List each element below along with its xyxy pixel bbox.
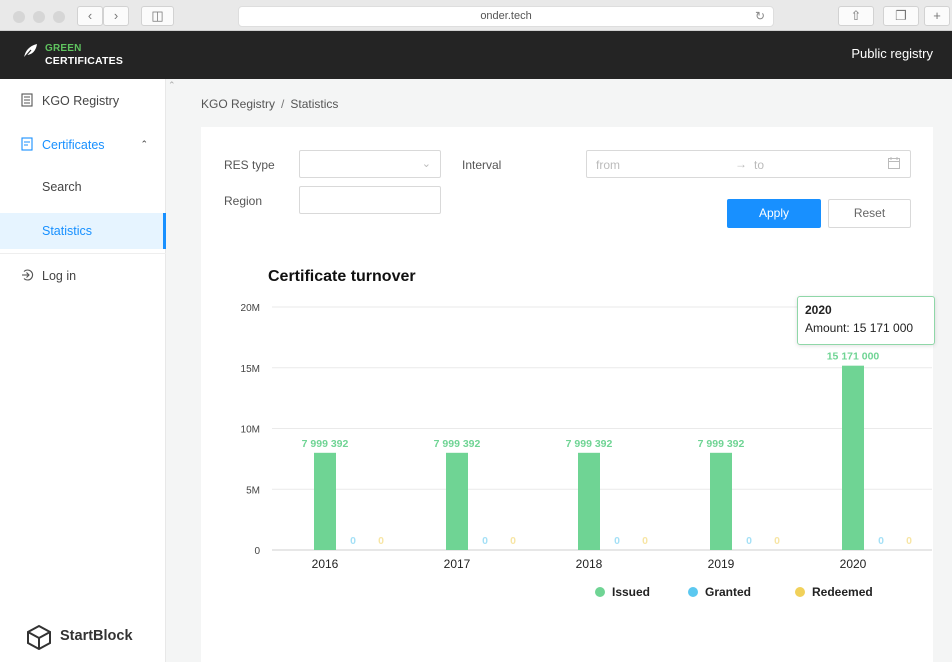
cube-icon xyxy=(27,624,51,651)
to-placeholder: to xyxy=(754,158,765,172)
x-tick-label: 2018 xyxy=(576,557,603,571)
sidebar: KGO Registry Certificates ⌃ Search Stati… xyxy=(0,79,166,662)
bar-issued xyxy=(842,365,864,550)
logo-line-certificates: CERTIFICATES xyxy=(45,55,124,67)
legend-dot-granted xyxy=(688,587,698,597)
y-tick-label: 0 xyxy=(254,546,260,557)
startblock-text: StartBlock xyxy=(60,628,133,644)
maximize-window-dot[interactable] xyxy=(53,11,65,23)
tabs-icon[interactable]: ❐ xyxy=(883,6,919,26)
close-window-dot[interactable] xyxy=(13,11,25,23)
data-label: 0 xyxy=(378,535,384,547)
res-type-select[interactable]: ⌄ xyxy=(299,150,441,178)
forward-icon[interactable]: › xyxy=(103,6,129,26)
sidebar-divider xyxy=(0,253,166,254)
bar-issued xyxy=(314,452,336,550)
startblock-logo: StartBlock xyxy=(26,624,133,655)
sidebar-toggle-icon[interactable]: ◫ xyxy=(141,6,174,26)
bar-issued xyxy=(446,452,468,550)
data-label: 0 xyxy=(774,535,780,547)
data-label: 15 171 000 xyxy=(827,351,880,363)
data-label: 0 xyxy=(642,535,648,547)
region-label: Region xyxy=(224,194,263,208)
chevron-up-icon[interactable]: ⌃ xyxy=(140,139,148,150)
x-tick-label: 2017 xyxy=(444,557,471,571)
address-bar[interactable]: onder.tech ↻ xyxy=(238,6,774,27)
chart-title: Certificate turnover xyxy=(268,268,416,285)
y-tick-label: 5M xyxy=(246,485,260,496)
chevron-down-icon: ⌄ xyxy=(421,158,431,170)
from-placeholder: from xyxy=(596,158,620,172)
url-text: onder.tech xyxy=(480,10,532,22)
breadcrumb-root[interactable]: KGO Registry xyxy=(201,97,275,111)
legend-label-issued: Issued xyxy=(612,585,650,599)
tooltip-text: Amount: 15 171 000 xyxy=(805,321,914,335)
sidebar-item-label: Search xyxy=(42,180,82,194)
sidebar-item-search[interactable]: Search xyxy=(0,170,166,204)
interval-range-picker[interactable]: from → to xyxy=(586,150,911,178)
calendar-icon xyxy=(888,157,900,169)
chart-tooltip: 2020 Amount: 15 171 000 xyxy=(797,296,935,345)
sidebar-item-statistics[interactable]: Statistics xyxy=(0,213,166,249)
data-label: 0 xyxy=(746,535,752,547)
app-header: GREEN CERTIFICATES Public registry xyxy=(0,31,952,79)
x-tick-label: 2019 xyxy=(708,557,735,571)
interval-label: Interval xyxy=(462,158,502,172)
share-icon[interactable]: ⇧ xyxy=(838,6,874,26)
legend-label-granted: Granted xyxy=(705,585,751,599)
res-type-label: RES type xyxy=(224,158,275,172)
sidebar-item-log-in[interactable]: Log in xyxy=(0,259,166,293)
leaf-icon xyxy=(23,44,37,59)
bar-issued xyxy=(578,452,600,550)
y-tick-label: 20M xyxy=(241,303,260,314)
data-label: 0 xyxy=(350,535,356,547)
reload-icon[interactable]: ↻ xyxy=(755,7,765,26)
login-icon xyxy=(22,269,34,281)
sidebar-item-label: KGO Registry xyxy=(42,94,120,108)
data-label: 0 xyxy=(510,535,516,547)
browser-toolbar: ‹ › ◫ onder.tech ↻ ⇧ ❐ + xyxy=(0,0,952,31)
reset-button[interactable]: Reset xyxy=(828,199,911,228)
legend-dot-issued xyxy=(595,587,605,597)
sidebar-item-kgo-registry[interactable]: KGO Registry xyxy=(0,84,166,118)
breadcrumb: KGO Registry / Statistics xyxy=(201,97,338,111)
registry-icon xyxy=(21,93,33,107)
tooltip-title: 2020 xyxy=(805,303,832,317)
public-registry-link[interactable]: Public registry xyxy=(851,46,933,61)
legend-label-redeemed: Redeemed xyxy=(812,585,873,599)
data-label: 0 xyxy=(614,535,620,547)
sidebar-item-certificates[interactable]: Certificates ⌃ xyxy=(0,128,166,162)
data-label: 0 xyxy=(878,535,884,547)
bar-issued xyxy=(710,452,732,550)
breadcrumb-separator: / xyxy=(281,97,285,111)
y-tick-label: 15M xyxy=(241,364,260,375)
arrow-right-icon: → xyxy=(735,157,747,171)
certificate-icon xyxy=(21,137,33,151)
new-tab-icon[interactable]: + xyxy=(924,6,950,26)
sidebar-item-label: Statistics xyxy=(42,224,93,238)
breadcrumb-current: Statistics xyxy=(290,97,339,111)
data-label: 7 999 392 xyxy=(434,438,481,450)
y-tick-label: 10M xyxy=(241,425,260,436)
apply-button[interactable]: Apply xyxy=(727,199,821,228)
data-label: 7 999 392 xyxy=(566,438,613,450)
region-input[interactable] xyxy=(299,186,441,214)
x-tick-label: 2020 xyxy=(840,557,867,571)
minimize-window-dot[interactable] xyxy=(33,11,45,23)
legend-dot-redeemed xyxy=(795,587,805,597)
scroll-up-icon[interactable]: ⌃ xyxy=(168,80,176,91)
data-label: 0 xyxy=(482,535,488,547)
back-icon[interactable]: ‹ xyxy=(77,6,103,26)
data-label: 7 999 392 xyxy=(698,438,745,450)
sidebar-item-label: Certificates xyxy=(42,138,105,152)
data-label: 0 xyxy=(906,535,912,547)
logo-line-green: GREEN xyxy=(45,43,82,54)
data-label: 7 999 392 xyxy=(302,438,349,450)
sidebar-item-label: Log in xyxy=(42,269,77,283)
x-tick-label: 2016 xyxy=(312,557,339,571)
